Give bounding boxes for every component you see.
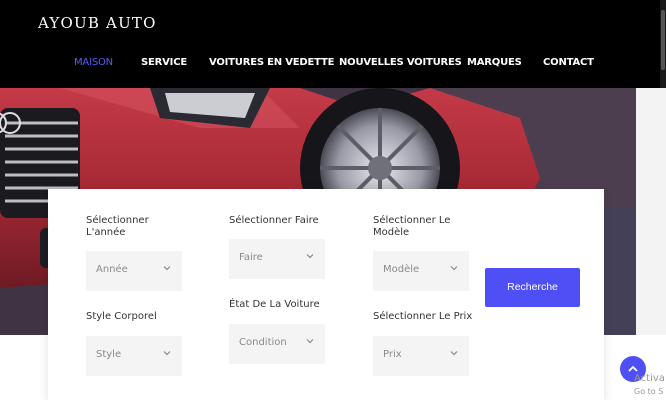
chevron-down-icon: [163, 266, 171, 271]
model-label: Sélectionner Le Modèle: [373, 215, 451, 238]
price-select-value: Prix: [383, 349, 402, 360]
search-button[interactable]: Recherche: [485, 268, 580, 307]
year-select-value: Année: [96, 264, 128, 275]
chevron-down-icon: [163, 351, 171, 356]
hero-side-strip: [636, 88, 666, 335]
chevron-down-icon: [450, 266, 458, 271]
model-select-value: Modèle: [383, 264, 420, 275]
year-select[interactable]: Année: [86, 251, 182, 291]
price-select[interactable]: Prix: [373, 336, 469, 376]
main-nav: MAISON SERVICE VOITURES EN VEDETTE NOUVE…: [0, 57, 666, 71]
page-scrollbar[interactable]: [660, 0, 666, 88]
activation-line-2: Go to S: [634, 387, 664, 396]
car-search-form: Sélectionner L'année Année Sélectionner …: [48, 189, 604, 400]
body-style-label: Style Corporel: [86, 311, 157, 322]
chevron-down-icon: [306, 339, 314, 344]
make-select[interactable]: Faire: [229, 239, 325, 279]
make-label: Sélectionner Faire: [229, 215, 319, 226]
site-header: AYOUB AUTO MAISON SERVICE VOITURES EN VE…: [0, 0, 666, 88]
body-style-select-value: Style: [96, 349, 122, 360]
windows-activation-watermark: Activa Go to S: [634, 372, 665, 398]
nav-item-maison[interactable]: MAISON: [74, 57, 113, 68]
condition-select-value: Condition: [239, 337, 287, 348]
make-select-value: Faire: [239, 252, 263, 263]
nav-item-voitures-en-vedette[interactable]: VOITURES EN VEDETTE: [209, 57, 334, 68]
nav-item-service[interactable]: SERVICE: [141, 57, 187, 68]
year-label: Sélectionner L'année: [86, 215, 149, 238]
model-select[interactable]: Modèle: [373, 251, 469, 291]
price-label: Sélectionner Le Prix: [373, 311, 473, 322]
body-style-select[interactable]: Style: [86, 336, 182, 376]
condition-label: État De La Voiture: [229, 299, 320, 310]
chevron-down-icon: [450, 351, 458, 356]
nav-item-contact[interactable]: CONTACT: [543, 57, 594, 68]
condition-select[interactable]: Condition: [229, 324, 325, 364]
activation-line-1: Activa: [634, 373, 665, 384]
brand-logo[interactable]: AYOUB AUTO: [38, 14, 157, 32]
chevron-down-icon: [306, 254, 314, 259]
nav-item-marques[interactable]: MARQUES: [467, 57, 522, 68]
nav-item-nouvelles-voitures[interactable]: NOUVELLES VOITURES: [339, 57, 462, 68]
